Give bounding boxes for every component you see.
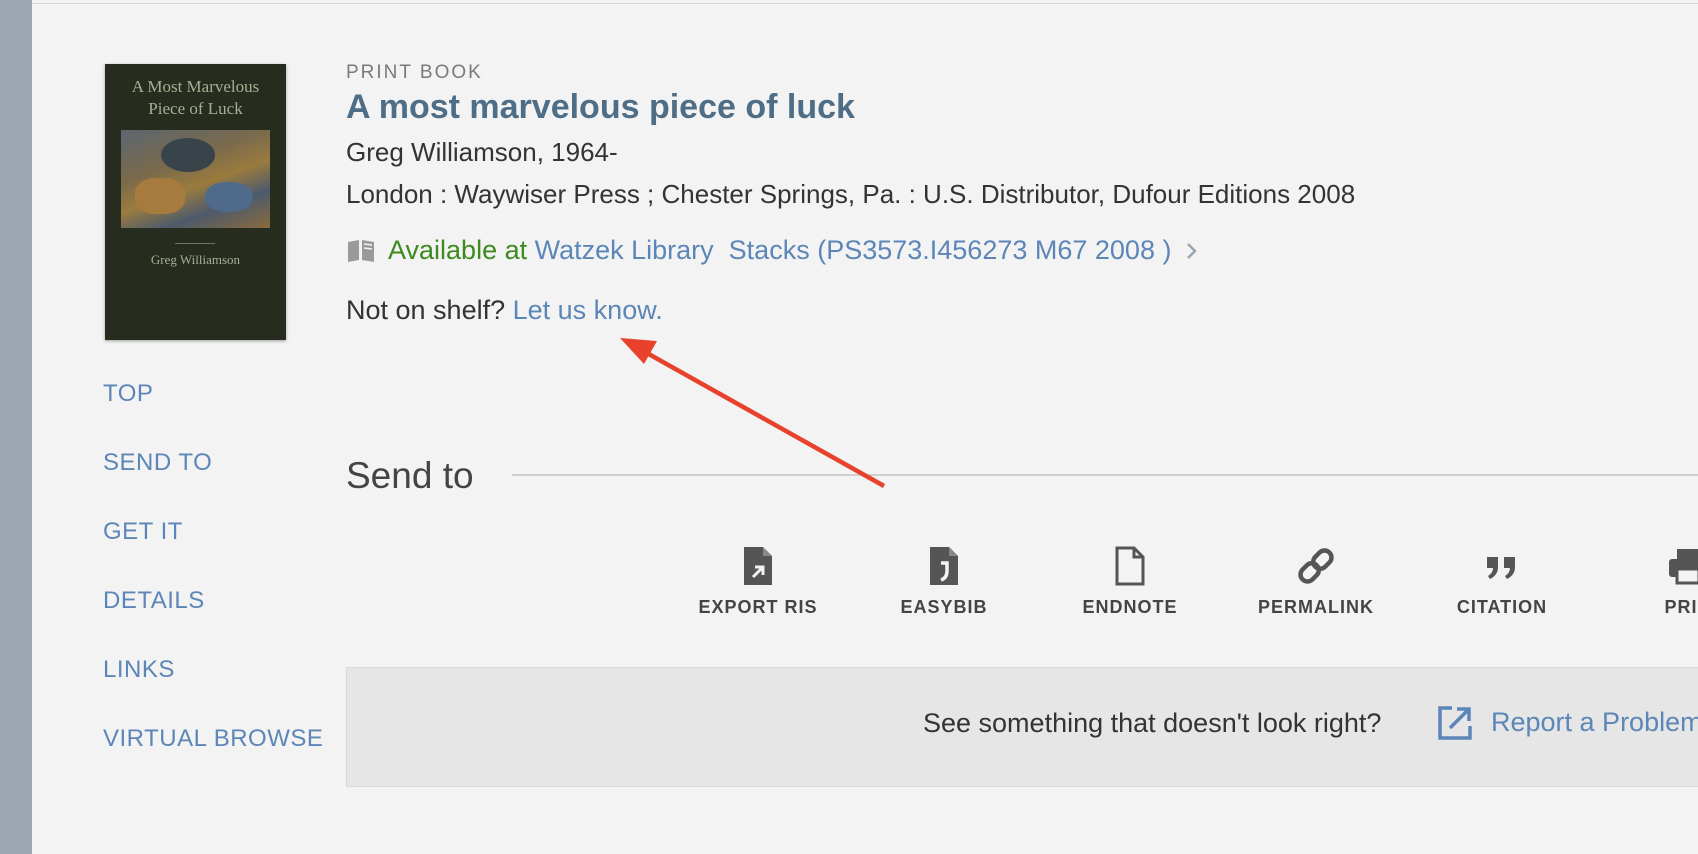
record-publication: London : Waywiser Press ; Chester Spring…	[346, 179, 1356, 209]
citation-button[interactable]: CITATION	[1427, 545, 1577, 618]
permalink-label: PERMALINK	[1258, 597, 1374, 617]
easybib-button[interactable]: EASYBIB	[869, 545, 1019, 618]
cover-author: Greg Williamson	[150, 252, 241, 267]
send-to-heading: Send to	[346, 455, 474, 496]
endnote-icon	[1115, 546, 1145, 586]
side-nav-get-it[interactable]: GET IT	[103, 518, 183, 546]
side-nav-details[interactable]: DETAILS	[103, 587, 205, 615]
availability-status: Available at	[388, 235, 528, 265]
cover-title-line2: Piece of Luck	[148, 99, 243, 118]
side-nav-links[interactable]: LINKS	[103, 656, 175, 684]
print-label: PRIN	[1664, 597, 1698, 617]
permalink-button[interactable]: PERMALINK	[1241, 545, 1391, 618]
book-cover[interactable]: A Most Marvelous Piece of Luck Greg Will…	[105, 64, 286, 340]
top-divider	[32, 3, 1698, 4]
cover-artwork	[121, 130, 270, 228]
cover-title-line1: A Most Marvelous	[131, 77, 260, 96]
availability-location-link[interactable]: Watzek Library Stacks (PS3573.I456273 M6…	[535, 235, 1172, 266]
export-ris-button[interactable]: EXPORT RIS	[683, 545, 833, 618]
side-nav-virtual-browse[interactable]: VIRTUAL BROWSE	[103, 725, 323, 753]
record-format: PRINT BOOK	[346, 62, 483, 83]
easybib-label: EASYBIB	[900, 597, 988, 617]
export-ris-icon	[744, 547, 772, 585]
citation-label: CITATION	[1456, 597, 1548, 617]
report-question: See something that doesn't look right?	[923, 708, 1382, 738]
book-icon	[348, 239, 374, 262]
shelf-question: Not on shelf?	[346, 295, 506, 325]
export-ris-label: EXPORT RIS	[698, 597, 818, 617]
side-nav-top[interactable]: TOP	[103, 380, 153, 408]
let-us-know-link[interactable]: Let us know.	[513, 295, 663, 325]
record-author: Greg Williamson, 1964-	[346, 137, 618, 167]
link-icon	[1298, 548, 1334, 584]
external-link-icon[interactable]	[1436, 704, 1474, 742]
left-rail	[0, 0, 32, 854]
print-button[interactable]: PRIN	[1613, 545, 1698, 618]
record-title[interactable]: A most marvelous piece of luck	[346, 88, 855, 127]
availability-line[interactable]: Available at Watzek Library Stacks (PS35…	[346, 235, 1199, 266]
shelf-notice: Not on shelf? Let us know.	[346, 295, 663, 326]
endnote-button[interactable]: ENDNOTE	[1055, 545, 1205, 618]
print-icon	[1669, 549, 1698, 585]
section-divider	[512, 474, 1698, 476]
easybib-icon	[930, 547, 958, 585]
cover-divider	[175, 243, 215, 244]
quote-icon	[1487, 557, 1515, 579]
side-nav-send-to[interactable]: SEND TO	[103, 449, 212, 477]
chevron-right-icon[interactable]	[1185, 241, 1199, 261]
cover-title: A Most Marvelous Piece of Luck	[105, 76, 286, 120]
report-problem-link[interactable]: Report a Problem	[1491, 707, 1698, 738]
endnote-label: ENDNOTE	[1082, 597, 1178, 617]
